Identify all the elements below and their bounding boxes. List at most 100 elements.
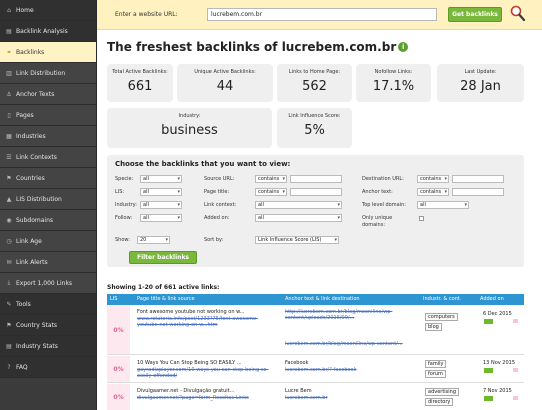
specie-select[interactable]: all [140, 175, 182, 183]
sidebar-item-home[interactable]: ⌂ Home [0, 0, 96, 21]
new-badge [484, 368, 493, 373]
flag-icon: ⚑ [6, 321, 12, 329]
show-select[interactable]: 20 [137, 236, 170, 244]
destination-url-link[interactable]: lucrebem.com.br/?-facebook [285, 367, 415, 373]
sidebar-item-subdomains[interactable]: ◉ Subdomains [0, 210, 96, 231]
anchor-text-label: Anchor text: [362, 189, 393, 195]
lis-select[interactable]: all [140, 188, 182, 196]
sidebar-item-tools[interactable]: ✎ Tools [0, 294, 96, 315]
sidebar-item-export[interactable]: ⤓ Export 1,000 Links [0, 273, 96, 294]
sidebar-item-link-age[interactable]: ◷ Link Age [0, 231, 96, 252]
sidebar-item-label: Home [16, 6, 34, 14]
question-icon: ? [7, 363, 11, 371]
column-header-anchor[interactable]: Anchor text & link destination [285, 296, 360, 302]
unique-domains-label: Only unique domains: [362, 215, 393, 228]
stat-value: business [161, 123, 218, 138]
stat-label: Total Active Backlinks: [112, 69, 168, 75]
page-title-link[interactable]: Divulgaamer.net - Divulgação gratuit... [137, 388, 277, 394]
page-title-text: The freshest backlinks of lucrebem.com.b… [107, 40, 397, 54]
link-context-select[interactable]: all [255, 201, 342, 209]
table-header: LIS Page title & link source Anchor text… [107, 294, 524, 305]
column-header-lis[interactable]: LIS [110, 296, 117, 302]
industry-select[interactable]: all [140, 201, 182, 209]
sidebar-item-link-alerts[interactable]: ✉ Link Alerts [0, 252, 96, 273]
source-url-link[interactable]: gayradiaplayer.com/10-ways-you-can-stop-… [137, 367, 277, 379]
filter-backlinks-button[interactable]: Filter backlinks [129, 251, 197, 264]
sidebar-item-anchor-texts[interactable]: ⚓ Anchor Texts [0, 84, 96, 105]
column-header-added-on[interactable]: Added on [480, 296, 504, 302]
url-label: Enter a website URL: [115, 11, 178, 18]
pink-flag-icon [513, 396, 518, 400]
sidebar-item-label: LIS Distribution [16, 195, 62, 203]
sidebar-item-link-contexts[interactable]: ☰ Link Contexts [0, 147, 96, 168]
destination-url-link[interactable]: lucrebem.com.br [285, 395, 415, 401]
sidebar-item-countries[interactable]: ⚑ Countries [0, 168, 96, 189]
sidebar-item-label: Backlinks [16, 48, 45, 56]
pink-flag-icon [513, 319, 518, 323]
page-title-link[interactable]: 10 Ways You Can Stop Being SO EASILY ... [137, 360, 277, 366]
sidebar-item-link-distribution[interactable]: ▥ Link Distribution [0, 63, 96, 84]
tld-label: Top level domain: [362, 202, 406, 208]
stat-card-industry: Industry: business [107, 108, 272, 148]
sidebar-item-backlinks[interactable]: ⚭ Backlinks [0, 42, 96, 63]
anchor-text-link[interactable]: Facebook [285, 360, 415, 366]
added-on-select[interactable]: all [255, 214, 342, 222]
destination-url-link[interactable]: lucrebem.com.br/blog/mooniline/wp-conten… [285, 341, 415, 347]
lis-value: 0% [113, 366, 124, 373]
distribution-icon: ▥ [6, 69, 12, 77]
sidebar-item-faq[interactable]: ? FAQ [0, 357, 96, 378]
sidebar-item-label: Subdomains [16, 216, 54, 224]
show-label: Show: [115, 237, 130, 243]
stat-value: 5% [304, 123, 325, 138]
page-title-label: Page title: [204, 189, 230, 195]
stat-label: Links to Home Page: [288, 69, 341, 75]
anchor-icon: ⚓ [6, 90, 12, 98]
source-url-link[interactable]: divulgaamer.net/?page=form_Receitas-Link… [137, 395, 277, 401]
sidebar-item-industries[interactable]: ▦ Industries [0, 126, 96, 147]
source-url-operator[interactable]: contains [255, 175, 287, 183]
url-input[interactable]: lucrebem.com.br [207, 8, 437, 21]
new-badge [484, 396, 493, 401]
export-icon: ⤓ [7, 279, 11, 286]
destination-url-input[interactable] [452, 175, 504, 183]
tools-icon: ✎ [6, 300, 12, 308]
unique-domains-checkbox[interactable] [419, 216, 424, 221]
sidebar-item-industry-stats[interactable]: ▤ Industry Stats [0, 336, 96, 357]
anchor-text-operator[interactable]: contains [417, 188, 449, 196]
follow-select[interactable]: all [140, 214, 182, 222]
sidebar-item-backlink-analysis[interactable]: ▤ Backlink Analysis [0, 21, 96, 42]
anchor-text-link[interactable]: Lucre Bem [285, 388, 415, 394]
sidebar-item-label: Industries [16, 132, 46, 140]
sidebar-item-lis-distribution[interactable]: ▲ LIS Distribution [0, 189, 96, 210]
context-tag: directory [425, 398, 454, 406]
page-title-input[interactable] [290, 188, 342, 196]
sidebar-item-label: Country Stats [16, 321, 58, 329]
clock-icon: ◷ [6, 237, 12, 245]
sidebar: ⌂ Home ▤ Backlink Analysis ⚭ Backlinks ▥ Lin… [0, 0, 97, 410]
source-url-link[interactable]: www.rotatoria.info/post/1233?75/font-awe… [137, 316, 277, 328]
sidebar-item-pages[interactable]: ▯ Pages [0, 105, 96, 126]
subdomains-icon: ◉ [6, 216, 12, 224]
info-icon[interactable]: i [398, 42, 409, 52]
added-date: 6 Dec 2015 [483, 311, 512, 317]
column-header-industry[interactable]: Industr. & cont. [423, 296, 461, 302]
anchor-text-input[interactable] [452, 188, 504, 196]
page-title-operator[interactable]: contains [255, 188, 287, 196]
stat-card-home-links: Links to Home Page: 562 [277, 64, 352, 102]
sidebar-item-label: FAQ [16, 363, 28, 371]
column-header-page-title[interactable]: Page title & link source [137, 296, 195, 302]
industry-tag: computers [425, 313, 458, 321]
get-backlinks-button[interactable]: Get backlinks [448, 7, 502, 22]
context-tag: forum [425, 370, 446, 378]
source-url-input[interactable] [290, 175, 342, 183]
stat-card-unique: Unique Active Backlinks: 44 [177, 64, 273, 102]
anchor-text-link[interactable]: http://lucrebem.com.br/blog/mooniline/wp… [285, 309, 415, 339]
page-title-link[interactable]: Font awesome youtube not working on w... [137, 309, 277, 315]
lis-cell: 0% [107, 356, 130, 382]
destination-url-operator[interactable]: contains [417, 175, 449, 183]
tld-select[interactable]: all [417, 201, 469, 209]
lis-label: LIS: [115, 189, 125, 195]
stat-card-last-update: Last Update: 28 Jan [437, 64, 524, 102]
sort-select[interactable]: Link Influence Score (LIS) [255, 236, 339, 244]
sidebar-item-country-stats[interactable]: ⚑ Country Stats [0, 315, 96, 336]
